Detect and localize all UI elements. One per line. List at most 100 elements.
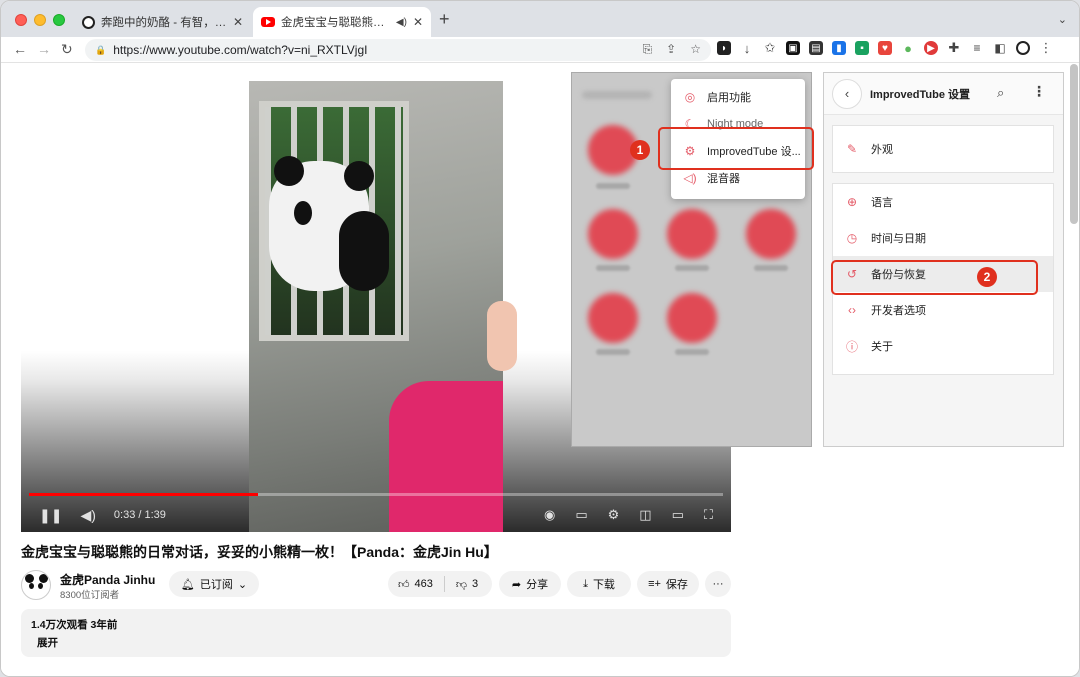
extension-icon[interactable]: ▤ <box>809 41 823 55</box>
address-bar[interactable]: 🔒 https://www.youtube.com/watch?v=ni_RXT… <box>85 39 711 61</box>
forward-arrow-icon[interactable]: → <box>37 41 51 57</box>
check-circle-icon: ◎ <box>684 89 696 104</box>
blurred-feature-icon <box>667 293 717 343</box>
search-icon[interactable]: ⌕ <box>997 85 1004 101</box>
youtube-favicon-icon <box>261 15 275 29</box>
download-icon: ⤓ <box>583 577 588 590</box>
subscriber-count: 8300位订阅者 <box>60 590 120 601</box>
blurred-feature-icon <box>667 209 717 259</box>
tab-title: 奔跑中的奶酪 - 有智，有趣，有... <box>101 17 227 29</box>
annotation-highlight-1 <box>658 127 814 170</box>
code-icon: ‹› <box>848 303 856 317</box>
back-chevron-icon[interactable]: ‹ <box>832 78 862 109</box>
settings-item-about[interactable]: ⓘ 关于 <box>833 328 1053 364</box>
channel-avatar[interactable] <box>21 570 51 600</box>
tab-strip: 奔跑中的奶酪 - 有智，有趣，有... ✕ 金虎宝宝与聪聪熊的日常对话... ◀… <box>1 1 1079 37</box>
bookmark-star-icon[interactable]: ☆ <box>690 42 701 57</box>
speaker-icon: ◁) <box>683 170 697 185</box>
like-count[interactable]: 463 <box>415 578 433 590</box>
settings-header: ‹ ImprovedTube 设置 ⌕ ⋮ <box>824 73 1063 115</box>
reading-list-icon[interactable]: ≡ <box>970 41 984 55</box>
download-button[interactable]: ⤓ 下载 <box>567 571 631 597</box>
menu-item-enable-features[interactable]: ◎ 启用功能 <box>671 83 805 110</box>
new-tab-button[interactable]: + <box>439 10 450 28</box>
playlist-add-icon: ≡+ <box>648 578 661 590</box>
blurred-feature-icon <box>746 209 796 259</box>
volume-icon[interactable]: ◀︎) <box>80 507 95 524</box>
channel-name[interactable]: 金虎Panda Jinhu <box>60 571 155 588</box>
like-dislike-group: 👍︎ 463 👎︎ 3 <box>388 571 492 597</box>
youtube-page: ❚❚ ◀︎) 0:33 / 1:39 ◉ ▭ ⚙ ◫ ▭ ⛶ 金虎宝宝与聪聪熊的… <box>1 64 1079 676</box>
maximize-window-button[interactable] <box>53 14 65 26</box>
tab-close-icon[interactable]: ✕ <box>413 15 423 29</box>
extension-icon[interactable]: ▣ <box>786 41 800 55</box>
star-extension-icon[interactable]: ✩ <box>763 40 777 55</box>
share-icon[interactable]: ⇪ <box>666 42 676 57</box>
minimize-window-button[interactable] <box>34 14 46 26</box>
profile-avatar-icon[interactable] <box>1016 41 1030 55</box>
download-label: 下载 <box>592 579 615 591</box>
bell-icon: 🔔︎ <box>180 578 195 591</box>
audio-playing-icon[interactable]: ◀︎) <box>396 17 407 28</box>
tab-search-chevron-icon[interactable]: ⌄ <box>1058 13 1067 26</box>
video-progress-fill <box>29 493 259 496</box>
tab-close-icon[interactable]: ✕ <box>233 15 243 29</box>
improvedtube-player-icon[interactable]: ◉ <box>544 507 555 523</box>
theater-mode-icon[interactable]: ▭ <box>672 507 684 523</box>
globe-icon: ⊕ <box>846 195 858 209</box>
tab-youtube-active[interactable]: 金虎宝宝与聪聪熊的日常对话... ◀︎) ✕ <box>253 7 431 37</box>
dislike-count[interactable]: 3 <box>472 578 478 590</box>
extensions-row: ◗ ↓ ✩ ▣ ▤ ▮ ▪ ♥ ● ▶ ✚ ≡ ◧ ⋮ <box>717 40 1053 56</box>
fullscreen-icon[interactable]: ⛶ <box>704 507 713 523</box>
side-panel-icon[interactable]: ◧ <box>993 41 1007 55</box>
save-button[interactable]: ≡+ 保存 <box>637 571 699 597</box>
close-window-button[interactable] <box>15 14 27 26</box>
description-box[interactable]: 1.4万次观看 3年前 展开 <box>21 609 731 657</box>
info-icon: ⓘ <box>845 339 858 354</box>
improvedtube-icon[interactable]: ▶ <box>924 41 938 55</box>
settings-item-language[interactable]: ⊕ 语言 <box>833 184 1053 220</box>
share-arrow-icon: ➦ <box>511 578 522 591</box>
video-progress-bar[interactable] <box>29 493 723 496</box>
reload-icon[interactable]: ↻ <box>61 41 73 58</box>
settings-item-developer[interactable]: ‹› 开发者选项 <box>833 292 1053 328</box>
pause-icon[interactable]: ❚❚ <box>39 507 62 524</box>
more-actions-button[interactable]: ··· <box>705 571 731 597</box>
share-label: 分享 <box>526 579 549 591</box>
subscribed-button[interactable]: 🔔︎ 已订阅 ⌄ <box>169 571 259 597</box>
tab-cheese[interactable]: 奔跑中的奶酪 - 有智，有趣，有... ✕ <box>73 7 251 37</box>
extension-icon[interactable]: ◗ <box>717 41 731 55</box>
puzzle-icon[interactable]: ✚ <box>947 40 961 55</box>
browser-toolbar: ← → ↻ 🔒 https://www.youtube.com/watch?v=… <box>1 37 1079 63</box>
browser-menu-icon[interactable]: ⋮ <box>1039 40 1053 55</box>
video-time: 0:33 / 1:39 <box>113 509 166 521</box>
like-icon[interactable]: 👍︎ <box>398 578 410 591</box>
back-arrow-icon[interactable]: ← <box>13 41 27 57</box>
blurred-feature-icon <box>588 293 638 343</box>
expand-link[interactable]: 展开 <box>31 635 721 650</box>
video-frame <box>249 81 517 532</box>
subtitles-icon[interactable]: ▭ <box>575 507 587 523</box>
dislike-icon[interactable]: 👎︎ <box>456 578 467 591</box>
share-button[interactable]: ➦ 分享 <box>499 571 561 597</box>
save-label: 保存 <box>665 579 688 591</box>
save-extension-icon[interactable]: ▪ <box>855 41 869 55</box>
settings-item-time-date[interactable]: ◷ 时间与日期 <box>833 220 1053 256</box>
browser-window: 奔跑中的奶酪 - 有智，有趣，有... ✕ 金虎宝宝与聪聪熊的日常对话... ◀… <box>0 0 1080 677</box>
subscribed-label: 已订阅 <box>199 579 233 591</box>
settings-title: ImprovedTube 设置 <box>870 88 971 101</box>
lock-icon[interactable]: 🔒 <box>95 45 106 56</box>
apple-extension-icon[interactable]: ● <box>901 41 915 56</box>
brush-icon: ✎ <box>846 142 858 156</box>
install-app-icon[interactable]: ⎘ <box>643 42 653 57</box>
bitwarden-icon[interactable]: ▮ <box>832 41 846 55</box>
miniplayer-icon[interactable]: ◫ <box>639 507 651 523</box>
download-icon[interactable]: ↓ <box>740 41 754 56</box>
more-vert-icon[interactable]: ⋮ <box>1032 83 1046 100</box>
url-text[interactable]: https://www.youtube.com/watch?v=ni_RXTLV… <box>113 43 367 57</box>
settings-gear-icon[interactable]: ⚙ <box>608 507 620 523</box>
video-title: 金虎宝宝与聪聪熊的日常对话，妥妥的小熊精一枚！【Panda：金虎Jin Hu】 <box>21 544 498 560</box>
settings-item-appearance[interactable]: ✎ 外观 <box>833 126 1053 172</box>
pocket-icon[interactable]: ♥ <box>878 41 892 55</box>
page-scrollbar[interactable] <box>1070 64 1078 224</box>
